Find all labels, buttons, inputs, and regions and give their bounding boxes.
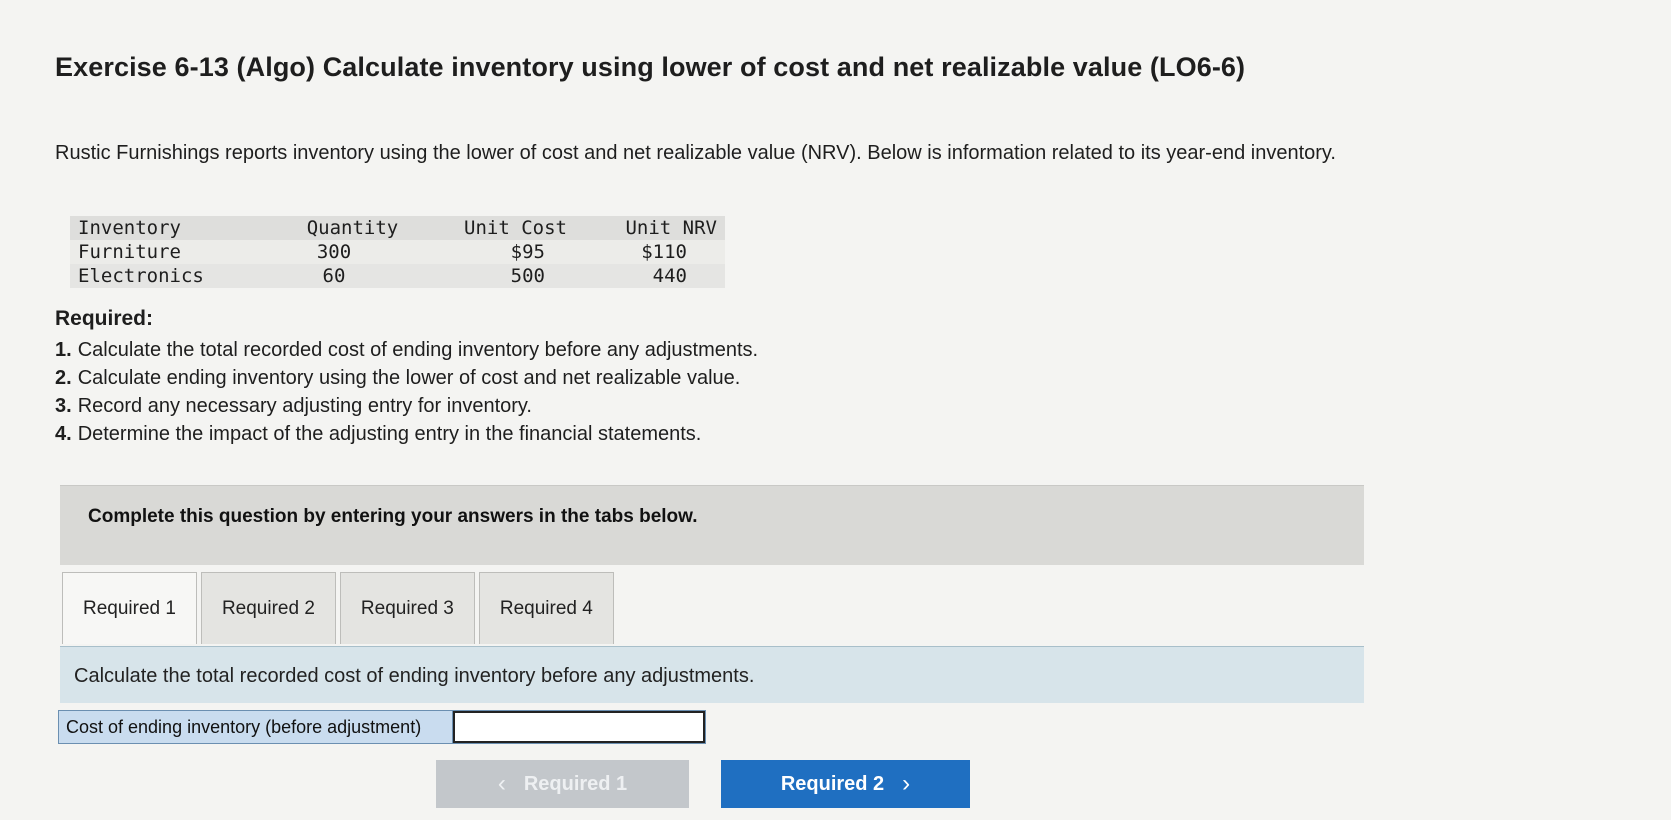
- answer-label: Cost of ending inventory (before adjustm…: [59, 711, 453, 743]
- cell-unit-cost: 500: [425, 264, 575, 288]
- col-header-inventory: Inventory: [70, 216, 280, 240]
- ending-inventory-cost-input[interactable]: [453, 711, 705, 743]
- tab-required-2[interactable]: Required 2: [200, 572, 336, 644]
- page: Exercise 6-13 (Algo) Calculate inventory…: [0, 0, 1671, 820]
- next-required-button[interactable]: Required 2 ›: [721, 760, 970, 808]
- cell-quantity: 300: [280, 240, 425, 264]
- tab-bar: Required 1 Required 2 Required 3 Require…: [62, 572, 618, 644]
- tab-required-3[interactable]: Required 3: [339, 572, 475, 644]
- inventory-table: Inventory Quantity Unit Cost Unit NRV Fu…: [70, 216, 725, 288]
- cell-inventory: Electronics: [70, 264, 280, 288]
- required-heading: Required:: [55, 307, 154, 330]
- tab-required-1[interactable]: Required 1: [62, 572, 197, 644]
- col-header-unit-cost: Unit Cost: [425, 216, 575, 240]
- required-item-text: Determine the impact of the adjusting en…: [77, 423, 702, 445]
- table-row: Electronics 60 500 440: [70, 264, 725, 288]
- exercise-title: Exercise 6-13 (Algo) Calculate inventory…: [55, 52, 1246, 82]
- required-item-text: Calculate the total recorded cost of end…: [77, 339, 759, 361]
- required-item-text: Calculate ending inventory using the low…: [77, 367, 741, 389]
- prev-button-label: Required 1: [523, 772, 628, 795]
- cell-unit-nrv: 440: [575, 264, 725, 288]
- cell-unit-cost: $95: [425, 240, 575, 264]
- required-item-number: 4.: [55, 423, 72, 445]
- required-item-number: 2.: [55, 367, 72, 389]
- required-item-number: 1.: [55, 339, 72, 361]
- tab-required-4[interactable]: Required 4: [478, 572, 614, 644]
- instruction-text: Complete this question by entering your …: [88, 506, 698, 527]
- instruction-box: Complete this question by entering your …: [60, 485, 1364, 565]
- table-row: Furniture 300 $95 $110: [70, 240, 725, 264]
- answer-row: Cost of ending inventory (before adjustm…: [58, 710, 706, 744]
- panel-prompt-text: Calculate the total recorded cost of end…: [74, 665, 755, 687]
- cell-unit-nrv: $110: [575, 240, 725, 264]
- col-header-quantity: Quantity: [280, 216, 425, 240]
- cell-inventory: Furniture: [70, 240, 280, 264]
- required-list: 1. Calculate the total recorded cost of e…: [55, 336, 758, 448]
- required-item-number: 3.: [55, 395, 72, 417]
- required-item: 4. Determine the impact of the adjusting …: [55, 420, 758, 448]
- required-item: 3. Record any necessary adjusting entry f…: [55, 392, 758, 420]
- required-item-text: Record any necessary adjusting entry for…: [77, 395, 532, 417]
- chevron-left-icon: ‹: [497, 770, 506, 797]
- required-item: 2. Calculate ending inventory using the l…: [55, 364, 758, 392]
- prev-required-button[interactable]: ‹ Required 1: [436, 760, 689, 808]
- required-item: 1. Calculate the total recorded cost of e…: [55, 336, 758, 364]
- cell-quantity: 60: [280, 264, 425, 288]
- intro-text: Rustic Furnishings reports inventory usi…: [55, 142, 1336, 164]
- next-button-label: Required 2: [780, 772, 885, 795]
- chevron-right-icon: ›: [902, 770, 911, 797]
- col-header-unit-nrv: Unit NRV: [575, 216, 725, 240]
- tab-panel-prompt: Calculate the total recorded cost of end…: [60, 646, 1364, 703]
- table-header-row: Inventory Quantity Unit Cost Unit NRV: [70, 216, 725, 240]
